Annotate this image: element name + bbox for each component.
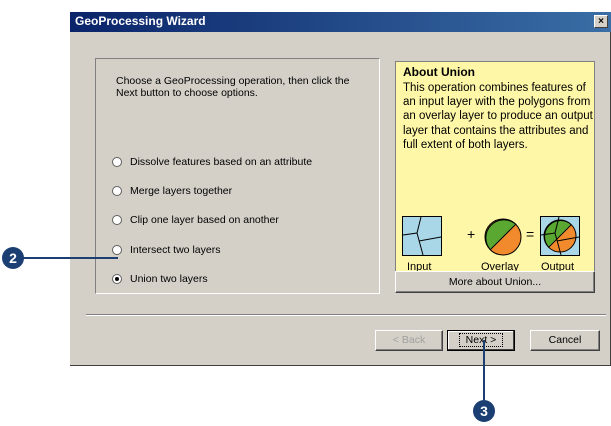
- option-merge[interactable]: Merge layers together: [112, 183, 232, 199]
- callout-3-badge: 3: [473, 400, 495, 422]
- next-button-label: Next >: [458, 333, 504, 347]
- about-title: About Union: [403, 65, 475, 79]
- option-clip-label: Clip one layer based on another: [130, 214, 279, 226]
- radio-union[interactable]: [112, 274, 122, 284]
- equals-sign: =: [526, 226, 535, 242]
- radio-intersect[interactable]: [112, 245, 122, 255]
- back-button[interactable]: < Back: [375, 330, 443, 351]
- radio-merge[interactable]: [112, 186, 122, 196]
- separator: [86, 314, 606, 316]
- option-dissolve-label: Dissolve features based on an attribute: [130, 156, 313, 168]
- option-union[interactable]: Union two layers: [112, 271, 208, 287]
- option-clip[interactable]: Clip one layer based on another: [112, 212, 279, 228]
- title-bar[interactable]: GeoProcessing Wizard ×: [70, 12, 611, 32]
- option-intersect-label: Intersect two layers: [130, 244, 221, 256]
- option-dissolve[interactable]: Dissolve features based on an attribute: [112, 154, 312, 170]
- about-union-box: About Union This operation combines feat…: [395, 61, 595, 281]
- close-button[interactable]: ×: [594, 15, 608, 28]
- option-union-label: Union two layers: [130, 273, 208, 285]
- next-button[interactable]: Next >: [447, 330, 515, 351]
- geoprocessing-wizard-dialog: GeoProcessing Wizard × Choose a GeoProce…: [70, 12, 611, 366]
- window-title: GeoProcessing Wizard: [75, 14, 206, 28]
- input-layer-diagram: [402, 216, 442, 256]
- operation-panel: Choose a GeoProcessing operation, then c…: [95, 58, 380, 294]
- about-description: This operation combines features of an i…: [403, 82, 593, 151]
- output-layer-diagram: [540, 216, 580, 256]
- intro-text: Choose a GeoProcessing operation, then c…: [116, 75, 350, 99]
- callout-2-badge: 2: [2, 247, 24, 269]
- plus-sign: +: [467, 226, 476, 242]
- more-about-union-button[interactable]: More about Union...: [395, 271, 595, 293]
- option-intersect[interactable]: Intersect two layers: [112, 242, 220, 258]
- option-merge-label: Merge layers together: [130, 185, 233, 197]
- cancel-button[interactable]: Cancel: [530, 330, 600, 351]
- radio-dissolve[interactable]: [112, 157, 122, 167]
- callout-2-leader: [22, 257, 118, 259]
- radio-clip[interactable]: [112, 215, 122, 225]
- callout-3-leader: [483, 340, 485, 400]
- overlay-layer-diagram: [484, 218, 522, 256]
